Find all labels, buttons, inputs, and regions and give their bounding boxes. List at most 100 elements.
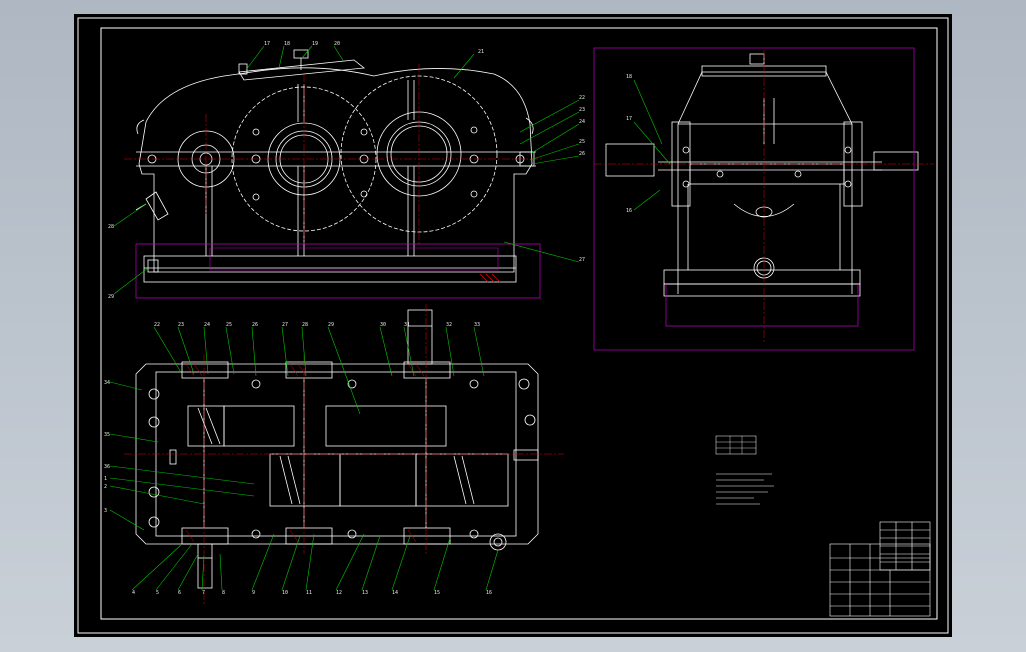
part-number-label: 35 xyxy=(104,432,110,438)
part-number-label: 28 xyxy=(302,322,308,328)
part-number-label: 24 xyxy=(204,322,210,328)
leader-line xyxy=(109,381,143,391)
leader-line xyxy=(109,509,145,531)
leader-line xyxy=(503,241,580,263)
part-number-label: 30 xyxy=(380,322,386,328)
leader-line xyxy=(433,537,451,591)
leader-lines xyxy=(109,45,671,591)
part-number-label: 18 xyxy=(284,41,290,47)
leader-line xyxy=(131,543,183,591)
leader-line xyxy=(281,326,289,377)
front-oil-level xyxy=(209,247,499,271)
leader-line xyxy=(305,533,315,591)
leader-line xyxy=(473,326,485,377)
leader-line xyxy=(113,203,147,227)
leader-line xyxy=(485,549,499,591)
plan-centerlines xyxy=(124,304,564,604)
leader-line xyxy=(633,189,661,211)
leader-line xyxy=(379,326,393,377)
part-number-label: 25 xyxy=(226,322,232,328)
leader-line xyxy=(109,433,159,443)
technical-requirements xyxy=(715,435,774,505)
leader-line xyxy=(278,45,285,69)
part-number-label: 23 xyxy=(178,322,184,328)
part-number-label: 15 xyxy=(434,590,440,596)
part-number-label: 36 xyxy=(104,464,110,470)
leader-line xyxy=(201,555,205,591)
leader-line xyxy=(529,143,580,161)
leader-line xyxy=(335,533,365,591)
part-number-label: 12 xyxy=(336,590,342,596)
part-number-label: 8 xyxy=(222,590,225,596)
part-number-label: 22 xyxy=(579,95,585,101)
part-number-label: 2 xyxy=(104,484,107,490)
part-number-label: 21 xyxy=(478,49,484,55)
part-number-label: 29 xyxy=(108,294,114,300)
front-hidden-outline xyxy=(135,243,541,299)
part-number-label: 7 xyxy=(202,590,205,596)
part-number-label: 29 xyxy=(328,322,334,328)
part-number-label: 32 xyxy=(446,322,452,328)
leader-line xyxy=(245,45,265,71)
part-number-label: 17 xyxy=(626,116,632,122)
part-number-label: 34 xyxy=(104,380,110,386)
part-number-label: 3 xyxy=(104,508,107,514)
part-number-label: 20 xyxy=(334,41,340,47)
cad-viewport[interactable]: 17 18 19 20 21 22 23 24 25 26 27 28 29 22 23 24 25 26 27 28… xyxy=(0,0,1026,652)
part-number-label: 23 xyxy=(579,107,585,113)
leader-line xyxy=(225,326,235,375)
leader-line xyxy=(109,465,255,485)
plan-section-hatch xyxy=(185,363,425,543)
leader-line xyxy=(109,477,255,497)
part-labels: 17 18 19 2021222324252627282922 23 24 25 26 27 28… xyxy=(104,41,632,596)
leader-line xyxy=(177,553,199,591)
gear-reducer-assembly-drawing[interactable]: 17 18 19 2021222324252627282922 23 24 25 26 27 28… xyxy=(74,14,952,637)
part-number-label: 10 xyxy=(282,590,288,596)
leader-line xyxy=(177,326,195,375)
leader-line xyxy=(251,326,257,377)
leader-line xyxy=(109,485,205,505)
drawing-sheet: 17 18 19 20 21 22 23 24 25 26 27 28 29 22 23 24 25 26 27 28… xyxy=(74,14,952,637)
leader-line xyxy=(529,123,580,155)
leader-line xyxy=(403,326,415,377)
part-number-label: 16 xyxy=(626,208,632,214)
leader-line xyxy=(333,45,345,63)
leader-line xyxy=(327,326,361,415)
part-number-label: 11 xyxy=(306,590,312,596)
part-number-label: 28 xyxy=(108,224,114,230)
side-hidden-outline xyxy=(593,47,915,351)
title-block xyxy=(829,521,931,617)
part-number-label: 31 xyxy=(404,322,410,328)
part-number-label: 26 xyxy=(579,151,585,157)
part-number-label: 24 xyxy=(579,119,585,125)
leader-line xyxy=(301,45,313,59)
part-number-label: 4 xyxy=(132,590,135,596)
part-number-label: 13 xyxy=(362,590,368,596)
part-number-label: 14 xyxy=(392,590,398,596)
part-number-label: 16 xyxy=(486,590,492,596)
leader-line xyxy=(453,53,475,79)
part-number-label: 1 xyxy=(104,476,107,482)
part-number-label: 22 xyxy=(154,322,160,328)
leader-line xyxy=(251,533,275,591)
leader-line xyxy=(633,121,671,165)
part-number-label: 6 xyxy=(178,590,181,596)
part-number-label: 33 xyxy=(474,322,480,328)
part-number-label: 9 xyxy=(252,590,255,596)
part-number-label: 17 xyxy=(264,41,270,47)
leader-line xyxy=(113,267,149,295)
part-number-label: 27 xyxy=(282,322,288,328)
side-view xyxy=(605,53,919,297)
part-number-label: 26 xyxy=(252,322,258,328)
leader-line xyxy=(219,553,223,591)
side-centerlines xyxy=(594,50,934,344)
front-view xyxy=(135,49,536,283)
part-number-label: 27 xyxy=(579,257,585,263)
leader-line xyxy=(633,79,663,145)
part-number-label: 25 xyxy=(579,139,585,145)
part-number-label: 18 xyxy=(626,74,632,80)
leader-line xyxy=(519,99,580,133)
part-number-label: 19 xyxy=(312,41,318,47)
front-centerlines xyxy=(124,64,544,244)
leader-line xyxy=(203,326,209,375)
